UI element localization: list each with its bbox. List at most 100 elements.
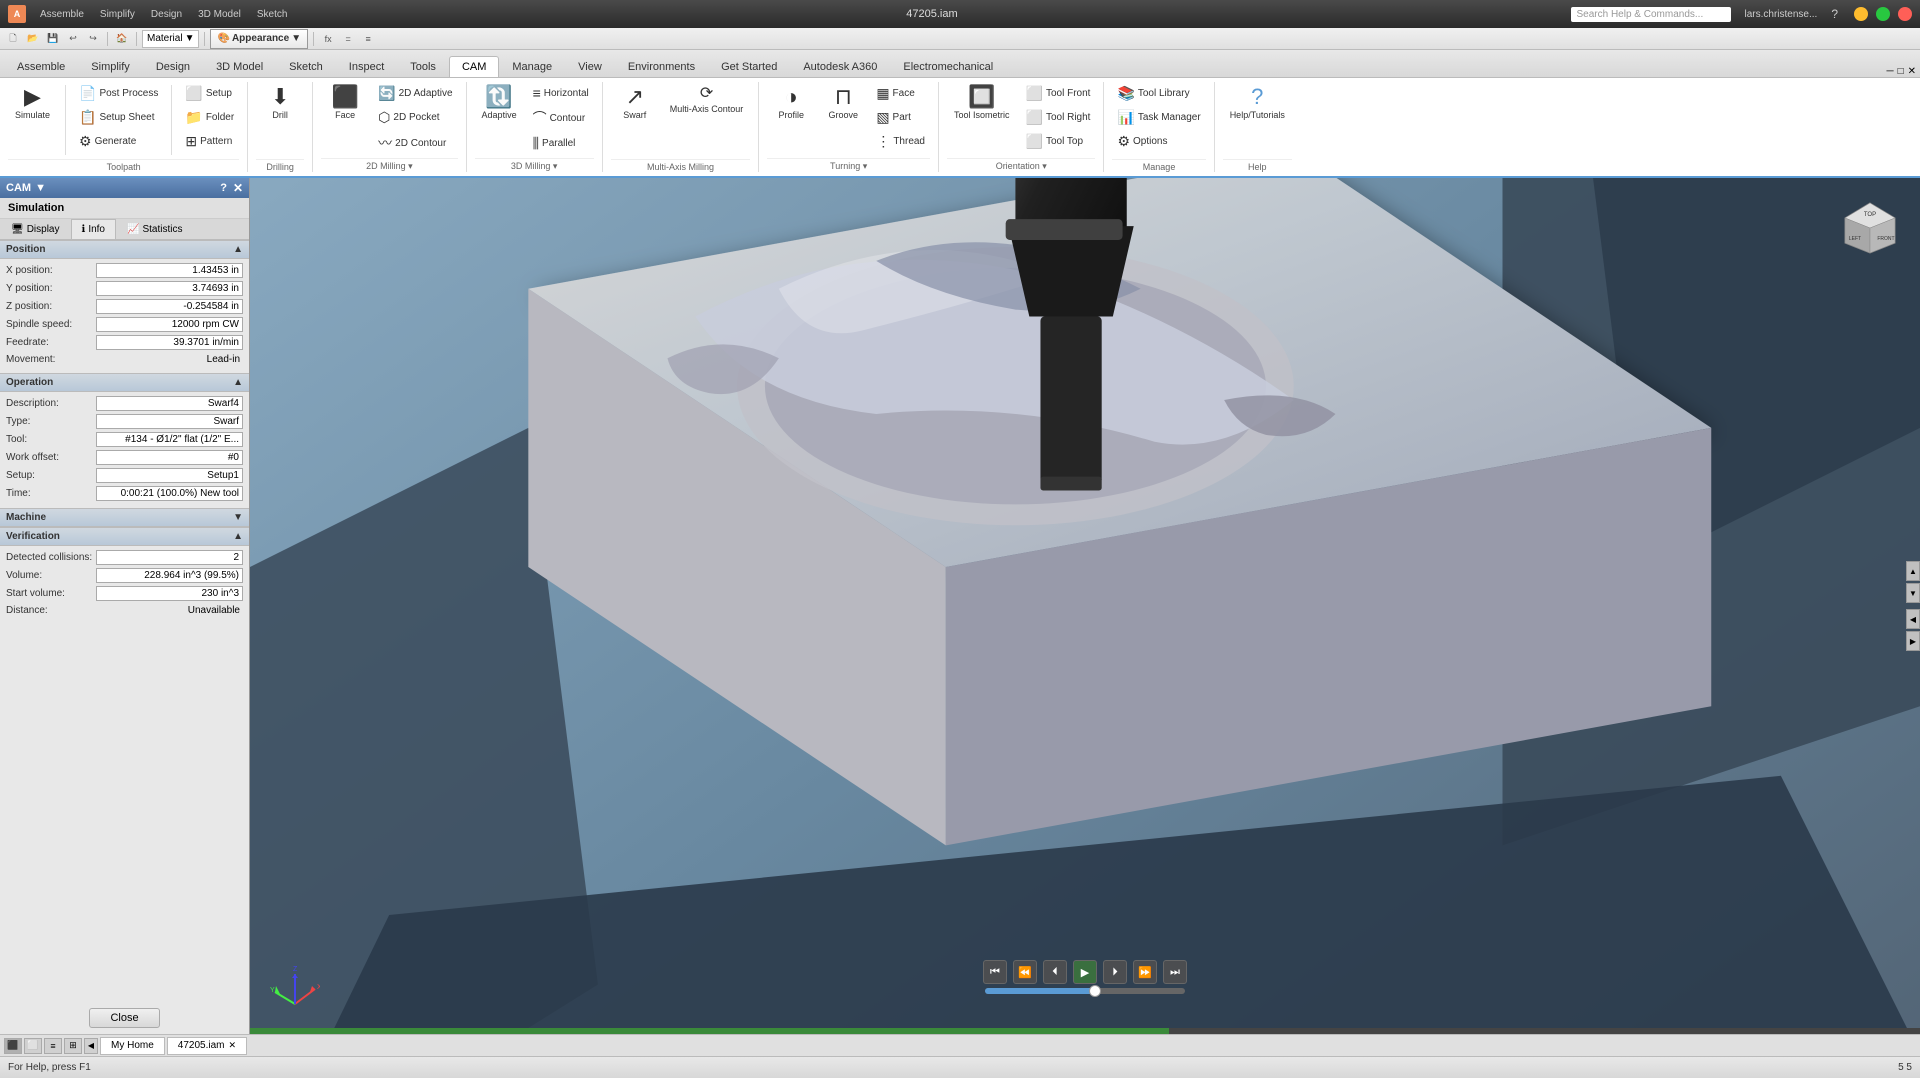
menu-item-assemble[interactable]: Assemble — [34, 7, 90, 22]
btn-multi-axis-contour[interactable]: ⟳ Multi-Axis Contour — [663, 82, 751, 118]
tab-file-close[interactable]: ✕ — [229, 1040, 237, 1051]
btn-tool-front[interactable]: ⬜ Tool Front — [1021, 82, 1096, 105]
tab-environments[interactable]: Environments — [615, 56, 708, 77]
btn-setup[interactable]: ⬜ Setup — [180, 82, 239, 105]
pb-step-forward-large[interactable]: ⏩ — [1133, 960, 1157, 984]
tab-file[interactable]: 47205.iam ✕ — [167, 1037, 247, 1055]
ribbon-close[interactable]: ✕ — [1908, 66, 1916, 77]
view-btn-3[interactable]: ≡ — [44, 1038, 62, 1054]
nav-arrow-left[interactable]: ◀ — [84, 1038, 98, 1054]
maximize-btn[interactable] — [1876, 7, 1890, 21]
btn-tool-top[interactable]: ⬜ Tool Top — [1021, 130, 1096, 153]
tab-info[interactable]: ℹ Info — [71, 219, 117, 239]
panel-dropdown-arrow[interactable]: ▼ — [35, 182, 46, 194]
btn-pattern[interactable]: ⊞ Pattern — [180, 130, 239, 153]
close-btn-title[interactable] — [1898, 7, 1912, 21]
tab-my-home[interactable]: My Home — [100, 1037, 165, 1055]
redo-btn[interactable]: ↪ — [84, 30, 102, 48]
pb-skip-end[interactable]: ⏭ — [1163, 960, 1187, 984]
tab-get-started[interactable]: Get Started — [708, 56, 790, 77]
view-btn-4[interactable]: ⊞ — [64, 1038, 82, 1054]
btn-options[interactable]: ⚙ Options — [1112, 130, 1205, 153]
menu-item-sketch[interactable]: Sketch — [251, 7, 294, 22]
fx-btn[interactable]: fx — [319, 30, 337, 48]
btn-2d-pocket[interactable]: ⬡ 2D Pocket — [373, 106, 457, 129]
menu-item-simplify[interactable]: Simplify — [94, 7, 141, 22]
tab-view[interactable]: View — [565, 56, 615, 77]
scroll-up-btn[interactable]: ▲ — [1906, 561, 1920, 581]
tab-assemble[interactable]: Assemble — [4, 56, 78, 77]
tab-simplify[interactable]: Simplify — [78, 56, 143, 77]
tab-inspect[interactable]: Inspect — [336, 56, 397, 77]
close-button[interactable]: Close — [89, 1008, 159, 1028]
pb-step-forward[interactable]: ⏵ — [1103, 960, 1127, 984]
btn-face-turn[interactable]: ▦ Face — [871, 82, 930, 105]
ribbon-maximize[interactable]: □ — [1898, 66, 1904, 77]
pb-step-back[interactable]: ⏴ — [1043, 960, 1067, 984]
btn-parallel[interactable]: ⫼ Parallel — [528, 132, 594, 155]
section-operation-header[interactable]: Operation ▲ — [0, 373, 249, 392]
btn-generate[interactable]: ⚙ Generate — [74, 130, 163, 153]
viewport[interactable]: TOP LEFT FRONT X Y Z ▲ ▼ ◀ ▶ — [250, 178, 1920, 1034]
menu-item-design[interactable]: Design — [145, 7, 188, 22]
btn-2d-adaptive[interactable]: 🔄 2D Adaptive — [373, 82, 457, 105]
btn-task-manager[interactable]: 📊 Task Manager — [1112, 106, 1205, 129]
btn-folder[interactable]: 📁 Folder — [180, 106, 239, 129]
new-btn[interactable]: 🗋 — [4, 30, 22, 48]
tab-display[interactable]: 🖥 Display — [0, 219, 71, 239]
scroll-down-btn[interactable]: ▼ — [1906, 583, 1920, 603]
section-position-header[interactable]: Position ▲ — [0, 240, 249, 259]
section-machine-header[interactable]: Machine ▼ — [0, 508, 249, 527]
pb-play[interactable]: ▶ — [1073, 960, 1097, 984]
undo-btn[interactable]: ↩ — [64, 30, 82, 48]
btn-adaptive[interactable]: 🔃 Adaptive — [475, 82, 524, 124]
tab-manage[interactable]: Manage — [499, 56, 565, 77]
btn-swarf[interactable]: ↗ Swarf — [611, 82, 659, 124]
tab-a360[interactable]: Autodesk A360 — [790, 56, 890, 77]
btn-tool-right[interactable]: ⬜ Tool Right — [1021, 106, 1096, 129]
slider-thumb[interactable] — [1089, 985, 1101, 997]
appearance-btn[interactable]: 🎨 Appearance ▼ — [210, 29, 308, 49]
pb-step-back-large[interactable]: ⏪ — [1013, 960, 1037, 984]
tab-design[interactable]: Design — [143, 56, 203, 77]
btn-part[interactable]: ▧ Part — [871, 106, 930, 129]
section-verification-header[interactable]: Verification ▲ — [0, 527, 249, 546]
minimize-btn[interactable] — [1854, 7, 1868, 21]
tab-electromechanical[interactable]: Electromechanical — [890, 56, 1006, 77]
help-btn[interactable]: ? — [1831, 7, 1838, 21]
btn-face[interactable]: ⬛ Face — [321, 82, 369, 124]
panel-help-btn[interactable]: ? — [220, 182, 227, 194]
btn-drill[interactable]: ⬇ Drill — [256, 82, 304, 124]
tab-sketch[interactable]: Sketch — [276, 56, 336, 77]
pb-skip-start[interactable]: ⏮ — [983, 960, 1007, 984]
scroll-left-btn[interactable]: ◀ — [1906, 609, 1920, 629]
tab-3dmodel[interactable]: 3D Model — [203, 56, 276, 77]
btn-setup-sheet[interactable]: 📋 Setup Sheet — [74, 106, 163, 129]
save-btn[interactable]: 💾 — [44, 30, 62, 48]
btn-profile[interactable]: ◑ Profile — [767, 82, 815, 124]
btn-help-tutorials[interactable]: ? Help/Tutorials — [1223, 82, 1292, 124]
playback-slider[interactable] — [985, 988, 1185, 994]
btn-2d-contour[interactable]: 〰 2D Contour — [373, 130, 457, 156]
ribbon-minimize[interactable]: ─ — [1886, 66, 1893, 77]
btn-horizontal[interactable]: ≡ Horizontal — [528, 82, 594, 104]
equals-btn[interactable]: = — [339, 30, 357, 48]
param-btn[interactable]: ≡ — [359, 30, 377, 48]
view-btn-2[interactable]: ⬜ — [24, 1038, 42, 1054]
tab-statistics[interactable]: 📈 Statistics — [116, 219, 193, 239]
view-btn-1[interactable]: ⬛ — [4, 1038, 22, 1054]
btn-contour[interactable]: ⌒ Contour — [528, 105, 594, 131]
menu-item-3dmodel[interactable]: 3D Model — [192, 7, 247, 22]
btn-tool-isometric[interactable]: 🔲 Tool Isometric — [947, 82, 1017, 124]
open-btn[interactable]: 📂 — [24, 30, 42, 48]
btn-thread[interactable]: ⋮ Thread — [871, 130, 930, 153]
home-btn[interactable]: 🏠 — [113, 30, 131, 48]
btn-groove[interactable]: ⊓ Groove — [819, 82, 867, 124]
btn-simulate[interactable]: ▶ Simulate — [8, 82, 57, 124]
material-dropdown[interactable]: Material ▼ — [142, 30, 199, 48]
search-box[interactable]: Search Help & Commands... — [1571, 7, 1731, 22]
tab-cam[interactable]: CAM — [449, 56, 499, 77]
panel-close-x[interactable]: ✕ — [233, 181, 243, 195]
tab-tools[interactable]: Tools — [397, 56, 449, 77]
btn-post-process[interactable]: 📄 Post Process — [74, 82, 163, 105]
